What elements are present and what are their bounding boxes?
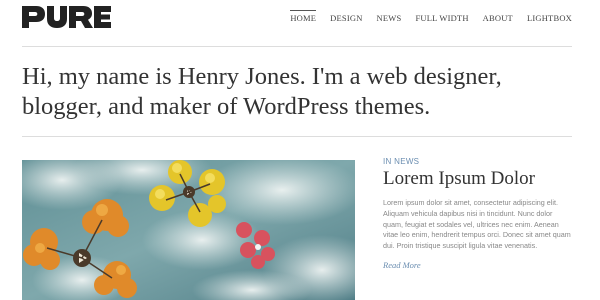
intro-line-2: blogger, and maker of WordPress themes.	[22, 93, 431, 120]
post-excerpt: Lorem ipsum dolor sit amet, consectetur …	[383, 198, 571, 251]
intro-heading: Hi, my name is Henry Jones. I'm a web de…	[22, 62, 582, 122]
post-title[interactable]: Lorem Ipsum Dolor	[383, 168, 573, 190]
featured-image[interactable]	[22, 160, 355, 300]
nav-item-news[interactable]: NEWS	[377, 10, 402, 23]
site-logo[interactable]	[22, 4, 112, 30]
read-more-link[interactable]: Read More	[383, 260, 421, 270]
post-category[interactable]: IN NEWS	[383, 157, 573, 166]
nav-item-design[interactable]: DESIGN	[330, 10, 362, 23]
nav-item-full-width[interactable]: FULL WIDTH	[415, 10, 468, 23]
featured-illustration	[22, 160, 355, 300]
nav-item-home[interactable]: HOME	[290, 10, 317, 23]
post-summary: IN NEWS Lorem Ipsum Dolor Lorem ipsum do…	[383, 157, 573, 273]
header-divider	[22, 46, 572, 47]
intro-divider	[22, 136, 572, 137]
main-nav: HOME DESIGN NEWS FULL WIDTH ABOUT LIGHTB…	[290, 10, 572, 23]
nav-item-about[interactable]: ABOUT	[483, 10, 513, 23]
nav-item-lightbox[interactable]: LIGHTBOX	[527, 10, 572, 23]
intro-line-1: Hi, my name is Henry Jones. I'm a web de…	[22, 63, 502, 90]
pure-logo-mark	[22, 6, 111, 28]
